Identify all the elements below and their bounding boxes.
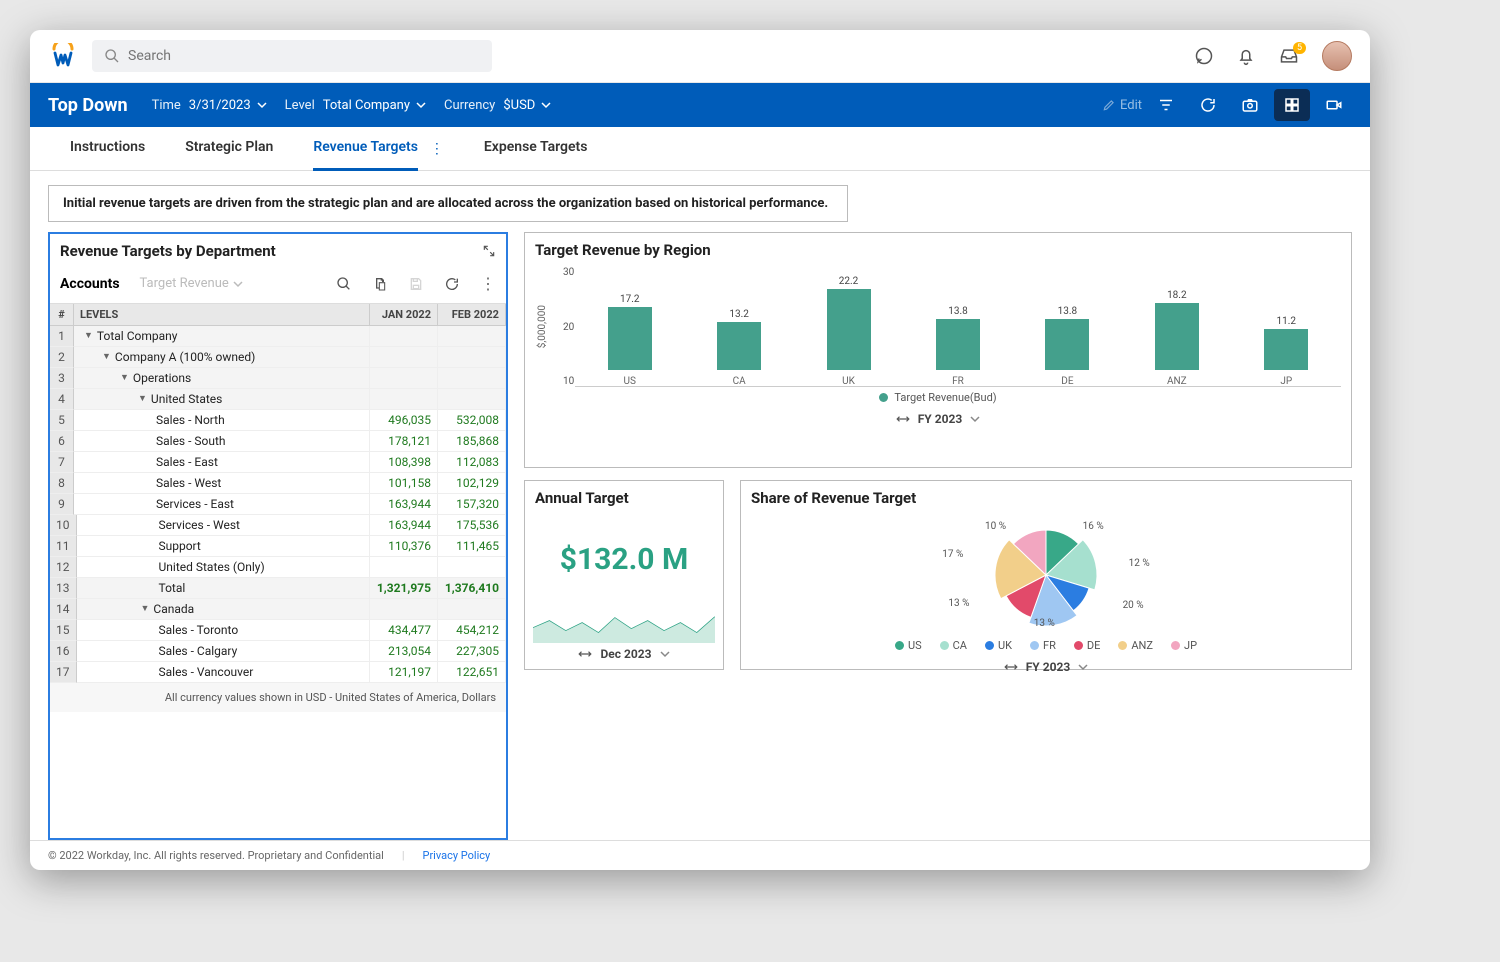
tab-expense-targets[interactable]: Expense Targets	[484, 127, 588, 171]
table-save-icon[interactable]	[408, 276, 424, 292]
bar-US[interactable]: 17.2US	[575, 294, 684, 387]
tab-more-icon[interactable]: ⋮	[430, 141, 444, 157]
bar-CA[interactable]: 13.2CA	[684, 309, 793, 387]
table-row[interactable]: 3▼Operations	[50, 368, 506, 389]
share-period-selector[interactable]: FY 2023	[741, 656, 1351, 682]
share-of-revenue-card[interactable]: Share of Revenue Target 10 % 16 % 12 % 2…	[740, 480, 1352, 670]
tab-instructions[interactable]: Instructions	[70, 127, 145, 171]
pie-legend: USCAUKFRDEANZJP	[741, 635, 1351, 656]
table-copy-icon[interactable]	[372, 276, 388, 292]
target-revenue-by-region-card[interactable]: Target Revenue by Region $,000,000 30201…	[524, 232, 1352, 468]
camera-icon[interactable]	[1232, 89, 1268, 121]
table-refresh-icon[interactable]	[444, 276, 460, 292]
table-row[interactable]: 1▼Total Company	[50, 326, 506, 347]
col-jan[interactable]: JAN 2022	[370, 304, 438, 326]
filter-icon[interactable]	[1148, 89, 1184, 121]
table-row[interactable]: 16Sales - Calgary213,054227,305	[50, 641, 506, 662]
footer-copyright: © 2022 Workday, Inc. All rights reserved…	[48, 849, 384, 862]
annual-target-value: $132.0 M	[525, 515, 723, 603]
page-title: Top Down	[48, 95, 128, 116]
table-row[interactable]: 6Sales - South178,121185,868	[50, 431, 506, 452]
table-row[interactable]: 5Sales - North496,035532,008	[50, 410, 506, 431]
revenue-targets-by-department-card[interactable]: Revenue Targets by Department Accounts T…	[48, 232, 508, 840]
table-row[interactable]: 11Support110,376111,465	[50, 536, 506, 557]
y-axis-ticks: 302010	[563, 267, 574, 387]
search-box[interactable]	[92, 40, 492, 72]
target-revenue-selector[interactable]: Target Revenue	[140, 276, 243, 291]
time-selector[interactable]: 3/31/2023	[189, 98, 267, 113]
region-card-title: Target Revenue by Region	[535, 241, 711, 259]
bar-ANZ[interactable]: 18.2ANZ	[1122, 290, 1231, 387]
currency-label: Currency	[444, 98, 495, 113]
grid-view-icon[interactable]	[1274, 89, 1310, 121]
table-row[interactable]: 9Services - East163,944157,320	[50, 494, 506, 515]
search-icon	[104, 48, 120, 64]
table-row[interactable]: 13Total1,321,9751,376,410	[50, 578, 506, 599]
table-row[interactable]: 17Sales - Vancouver121,197122,651	[50, 662, 506, 683]
workday-logo[interactable]	[48, 41, 78, 71]
search-input[interactable]	[128, 48, 480, 64]
pie-chart	[986, 515, 1106, 635]
col-levels: LEVELS	[74, 304, 370, 326]
table-row[interactable]: 10Services - West163,944175,536	[50, 515, 506, 536]
bar-DE[interactable]: 13.8DE	[1013, 306, 1122, 387]
level-label: Level	[285, 98, 315, 113]
level-selector[interactable]: Total Company	[323, 98, 426, 113]
notifications-icon[interactable]	[1236, 46, 1256, 66]
y-axis-label: $,000,000	[537, 267, 548, 387]
avatar[interactable]	[1322, 41, 1352, 71]
annual-sparkline	[525, 603, 723, 643]
region-period-selector[interactable]: FY 2023	[535, 408, 1341, 434]
table-row[interactable]: 4▼United States	[50, 389, 506, 410]
col-feb[interactable]: FEB 2022	[438, 304, 506, 326]
accounts-label: Accounts	[60, 276, 120, 292]
table-row[interactable]: 8Sales - West101,158102,129	[50, 473, 506, 494]
table-footnote: All currency values shown in USD - Unite…	[50, 683, 506, 712]
video-icon[interactable]	[1316, 89, 1352, 121]
table-search-icon[interactable]	[336, 276, 352, 292]
edit-button[interactable]: Edit	[1102, 98, 1142, 113]
tab-revenue-targets[interactable]: Revenue Targets	[313, 127, 418, 171]
annual-card-title: Annual Target	[535, 489, 629, 507]
table-row[interactable]: 15Sales - Toronto434,477454,212	[50, 620, 506, 641]
annual-target-card[interactable]: Annual Target $132.0 M Dec 2023	[524, 480, 724, 670]
bar-JP[interactable]: 11.2JP	[1232, 316, 1341, 387]
table-row[interactable]: 12United States (Only)	[50, 557, 506, 578]
col-num: #	[50, 304, 74, 326]
privacy-link[interactable]: Privacy Policy	[423, 849, 491, 862]
region-legend: Target Revenue(Bud)	[535, 387, 1341, 408]
refresh-icon[interactable]	[1190, 89, 1226, 121]
chat-icon[interactable]	[1194, 46, 1214, 66]
inbox-icon[interactable]: 5	[1278, 46, 1300, 66]
info-banner: Initial revenue targets are driven from …	[48, 185, 848, 222]
annual-period-selector[interactable]: Dec 2023	[525, 643, 723, 669]
currency-selector[interactable]: $USD	[503, 98, 551, 113]
table-row[interactable]: 14▼Canada	[50, 599, 506, 620]
inbox-badge: 5	[1293, 42, 1306, 54]
table-row[interactable]: 2▼Company A (100% owned)	[50, 347, 506, 368]
expand-icon[interactable]	[482, 244, 496, 258]
dept-card-title: Revenue Targets by Department	[60, 242, 276, 260]
share-card-title: Share of Revenue Target	[751, 489, 916, 507]
bar-FR[interactable]: 13.8FR	[903, 306, 1012, 387]
tab-strategic-plan[interactable]: Strategic Plan	[185, 127, 273, 171]
bar-UK[interactable]: 22.2UK	[794, 276, 903, 387]
time-label: Time	[152, 98, 181, 113]
table-more-icon[interactable]: ⋮	[480, 274, 496, 293]
table-row[interactable]: 7Sales - East108,398112,083	[50, 452, 506, 473]
